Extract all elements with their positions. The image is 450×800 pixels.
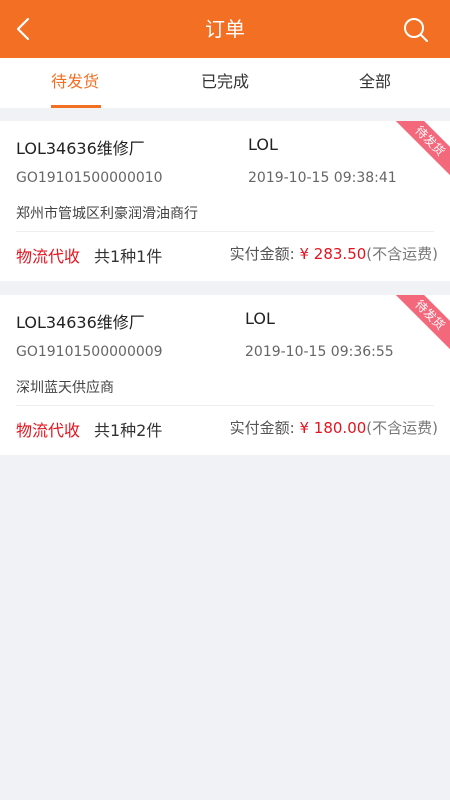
order-time: 2019-10-15 09:38:41 — [248, 170, 397, 186]
page-title: 订单 — [205, 17, 245, 41]
tab-pending-shipment[interactable]: 待发货 — [0, 58, 150, 108]
shop-name: LOL34636维修厂 — [16, 139, 145, 158]
order-card[interactable]: LOL34636维修厂 LOL GO19101500000010 2019-10… — [0, 121, 450, 281]
tab-completed[interactable]: 已完成 — [150, 58, 300, 108]
tab-all[interactable]: 全部 — [300, 58, 450, 108]
payment-method: 物流代收 — [16, 247, 81, 266]
search-icon — [404, 18, 428, 42]
order-tabs: 待发货 已完成 全部 — [0, 58, 450, 108]
order-summary: 物流代收 共1种2件 实付金额: ¥ 180.00(不含运费) — [16, 416, 438, 440]
order-number: GO19101500000010 — [16, 170, 163, 186]
amount-note: (不含运费) — [366, 419, 438, 437]
item-quantity: 共1种2件 — [94, 421, 163, 440]
divider — [16, 231, 434, 232]
status-badge: 待发货 — [388, 121, 450, 183]
amount-label: 实付金额: — [229, 245, 300, 263]
status-badge: 待发货 — [388, 295, 450, 357]
search-button[interactable] — [402, 16, 430, 44]
divider — [16, 405, 434, 406]
order-number: GO19101500000009 — [16, 344, 163, 360]
paid-amount: 实付金额: ¥ 283.50(不含运费) — [230, 243, 438, 264]
order-summary: 物流代收 共1种1件 实付金额: ¥ 283.50(不含运费) — [16, 242, 438, 266]
app-header: 订单 — [0, 0, 450, 58]
amount-label: 实付金额: — [229, 419, 300, 437]
supplier-address: 郑州市管城区利豪润滑油商行 — [16, 206, 198, 222]
shop-code: LOL — [248, 135, 278, 154]
amount-value: ¥ 180.00 — [299, 419, 367, 437]
paid-amount: 实付金额: ¥ 180.00(不含运费) — [230, 417, 438, 438]
shop-name: LOL34636维修厂 — [16, 313, 145, 332]
shop-code: LOL — [245, 309, 275, 328]
payment-method: 物流代收 — [16, 421, 81, 440]
active-tab-indicator — [51, 105, 101, 108]
item-quantity: 共1种1件 — [94, 247, 163, 266]
amount-note: (不含运费) — [366, 245, 438, 263]
order-card[interactable]: LOL34636维修厂 LOL GO19101500000009 2019-10… — [0, 295, 450, 455]
order-time: 2019-10-15 09:36:55 — [245, 344, 394, 360]
amount-value: ¥ 283.50 — [299, 245, 367, 263]
supplier-address: 深圳蓝天供应商 — [16, 380, 114, 396]
